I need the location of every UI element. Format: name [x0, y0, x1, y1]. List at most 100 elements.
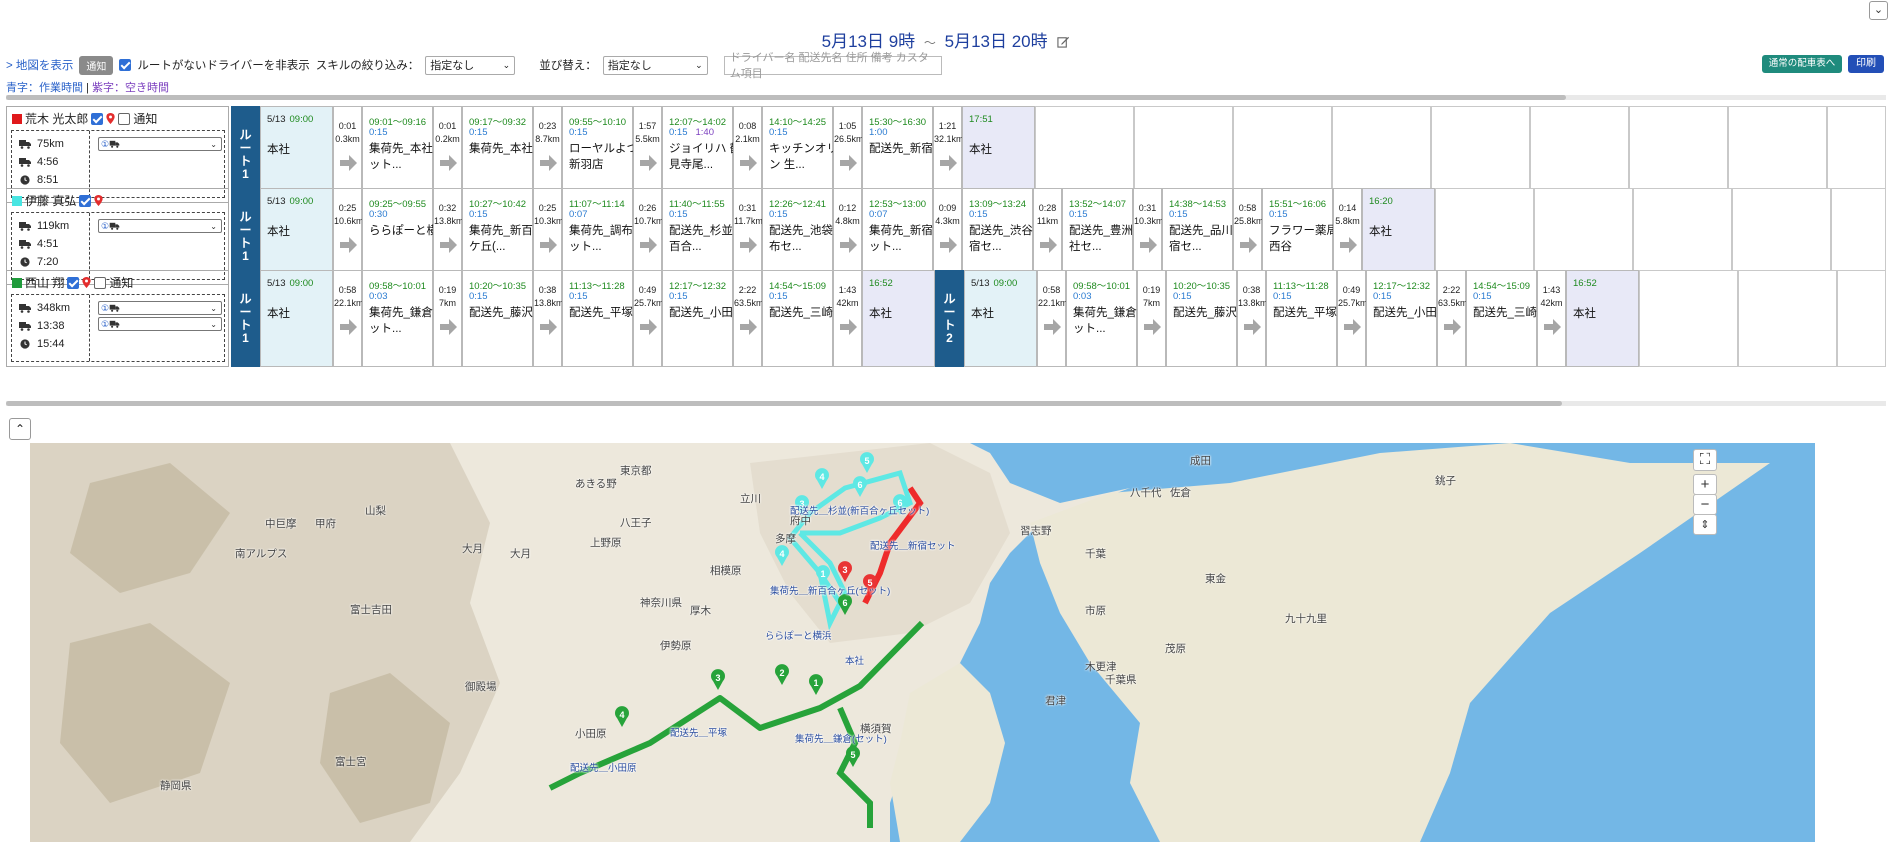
driver-visible-checkbox[interactable]	[79, 194, 92, 207]
stop-duration: 0:15	[369, 127, 388, 138]
work-duration: 0:15	[1373, 291, 1392, 302]
travel-distance: 5.5km	[635, 134, 660, 144]
driver-visible-checkbox[interactable]	[91, 112, 104, 125]
stop-time: 09:58～10:01	[369, 281, 427, 292]
map-route-label: ららぽーと横浜	[765, 631, 832, 642]
stop-cell[interactable]: 12:17～12:32 0:15 配送先_小田原	[662, 270, 744, 367]
route-marker-number: 3	[715, 673, 720, 683]
map-collapse-button[interactable]: ⌃	[9, 418, 31, 440]
skill-filter-select[interactable]: 指定なし ⌄	[425, 55, 516, 75]
route-label-char: ル	[239, 209, 252, 224]
driver-notify-checkbox[interactable]	[118, 112, 131, 125]
driver-panel: 西山 翔通知 348km 13:38 15:44 ① ⌄ ① ⌄	[6, 270, 229, 367]
driver-name[interactable]: 伊藤 真弘	[25, 192, 76, 209]
travel-time: 1:43	[1542, 285, 1561, 295]
route-marker-number: 1	[813, 678, 818, 688]
travel-distance: 63.5km	[1438, 298, 1468, 308]
show-map-link[interactable]: > 地図を表示	[6, 57, 73, 73]
driver-visible-checkbox[interactable]	[67, 276, 80, 289]
map-place-label: 多摩	[775, 533, 796, 545]
route-label[interactable]: ルート1	[231, 270, 260, 367]
driver-notify-checkbox[interactable]	[94, 276, 107, 289]
stop-time: 11:07～11:14	[569, 199, 625, 210]
stop-cell[interactable]: 14:54～15:09 0:15 配送先_三崎	[762, 270, 833, 367]
route-marker[interactable]: 5	[846, 746, 861, 767]
hide-no-route-checkbox[interactable]	[119, 59, 132, 71]
route-start-cell[interactable]: 5/13 09:00 本社	[260, 270, 333, 367]
stat-value: 119km	[37, 220, 70, 232]
stat-distance: 348km	[19, 299, 89, 317]
travel-distance: 25.7km	[634, 298, 664, 308]
top-scrollbar[interactable]	[6, 95, 1886, 100]
map-pin-icon[interactable]	[82, 277, 91, 288]
vehicle-select[interactable]: ① ⌄	[98, 137, 222, 151]
stop-cell[interactable]: 09:58～10:01 0:03 集荷先_鎌倉(セット...	[362, 270, 448, 367]
map-place-label: 小田原	[575, 728, 607, 740]
zoom-out-button[interactable]: −	[1693, 494, 1717, 515]
stat-work-time: 4:51	[19, 235, 89, 253]
vehicle-truck-icon	[109, 320, 120, 328]
route-start-cell[interactable]: 5/13 09:00 本社	[964, 270, 1037, 367]
route-map[interactable]: 354563164612345 東京都 あきる野 立川 八王子 府中 多摩 上野原 大月 中巨摩…	[30, 443, 1815, 842]
map-pin-icon[interactable]	[94, 195, 103, 206]
travel-time: 2:22	[1442, 285, 1461, 295]
stop-date: 5/13	[267, 196, 286, 207]
route-marker[interactable]: 2	[775, 664, 789, 685]
driver-name[interactable]: 西山 翔	[25, 274, 64, 291]
stop-cell[interactable]: 12:17～12:32 0:15 配送先_小田原	[1366, 270, 1448, 367]
print-button[interactable]: 印刷	[1848, 55, 1884, 73]
fullscreen-icon[interactable]: ⛶	[1693, 449, 1717, 471]
compass-icon[interactable]: ⇕	[1693, 514, 1717, 535]
normal-table-button[interactable]: 通常の配車表へ	[1762, 55, 1842, 73]
map-pin-icon[interactable]	[106, 113, 115, 124]
work-duration: 0:15	[1473, 291, 1492, 302]
stop-cell[interactable]: 14:54～15:09 0:15 配送先_三崎	[1466, 270, 1537, 367]
travel-distance: 0.2km	[435, 134, 460, 144]
date-range-title: 5月13日 9時 ～ 5月13日 20時	[0, 27, 1892, 52]
vehicle-select[interactable]: ① ⌄	[98, 301, 222, 315]
route-label-char: ー	[239, 304, 252, 319]
edit-icon[interactable]	[1057, 35, 1070, 48]
route-marker[interactable]: 4	[615, 706, 629, 727]
stop-time: 09:55～10:10	[569, 117, 627, 128]
stop-cell[interactable]: 09:58～10:01 0:03 集荷先_鎌倉(セット...	[1066, 270, 1152, 367]
stop-time: 10:20～10:35	[1173, 281, 1231, 292]
travel-time: 0:08	[738, 121, 757, 131]
travel-cell: 2:22 63.5km	[1437, 270, 1468, 367]
scrollbar-thumb[interactable]	[6, 401, 1562, 406]
map-place-label: 成田	[1190, 455, 1211, 467]
bottom-scrollbar[interactable]	[6, 401, 1886, 406]
route-label[interactable]: ルート2	[935, 270, 964, 367]
vehicle-truck-icon	[109, 304, 120, 312]
vehicle-select[interactable]: ① ⌄	[98, 317, 222, 331]
notify-button[interactable]: 通知	[79, 55, 114, 75]
work-duration: 0:15	[469, 291, 488, 302]
sort-select[interactable]: 指定なし ⌄	[602, 55, 708, 75]
route-end-cell[interactable]: 16:52 本社	[1566, 270, 1639, 367]
route-marker[interactable]: 1	[809, 674, 823, 695]
map-place-label: 静岡県	[160, 780, 192, 792]
route-marker[interactable]: 3	[711, 669, 725, 690]
work-duration: 0:15	[669, 127, 688, 138]
route-marker-number: 6	[842, 598, 847, 608]
route-end-cell[interactable]: 16:52 本社	[862, 270, 935, 367]
arrow-right-icon	[640, 155, 657, 171]
travel-distance: 7km	[438, 298, 456, 308]
header-collapse-button[interactable]: ⌄	[1869, 1, 1888, 20]
search-input[interactable]: ドライバー名 配送先名 住所 備考 カスタム項目	[723, 52, 942, 80]
travel-cell: 0:38 13.8km	[1237, 270, 1268, 367]
vehicle-select[interactable]: ① ⌄	[98, 219, 222, 233]
scrollbar-thumb[interactable]	[6, 95, 1566, 100]
stop-cell[interactable]: 11:13～11:28 0:15 配送先_平塚	[1266, 270, 1337, 367]
route-label-char: ル	[239, 127, 252, 142]
stop-duration: 0:15	[669, 209, 688, 220]
stop-duration: 0:30	[369, 209, 388, 220]
driver-name[interactable]: 荒木 光太郎	[25, 110, 88, 127]
travel-time: 0:14	[1338, 203, 1357, 213]
map-place-label: 富士宮	[335, 756, 367, 768]
stop-cell[interactable]: 10:20～10:35 0:15 配送先_藤沢	[462, 270, 533, 367]
stop-cell[interactable]: 11:13～11:28 0:15 配送先_平塚	[562, 270, 633, 367]
zoom-in-button[interactable]: +	[1693, 474, 1717, 495]
stop-cell[interactable]: 10:20～10:35 0:15 配送先_藤沢	[1166, 270, 1237, 367]
map-place-label: 富士吉田	[350, 604, 392, 616]
